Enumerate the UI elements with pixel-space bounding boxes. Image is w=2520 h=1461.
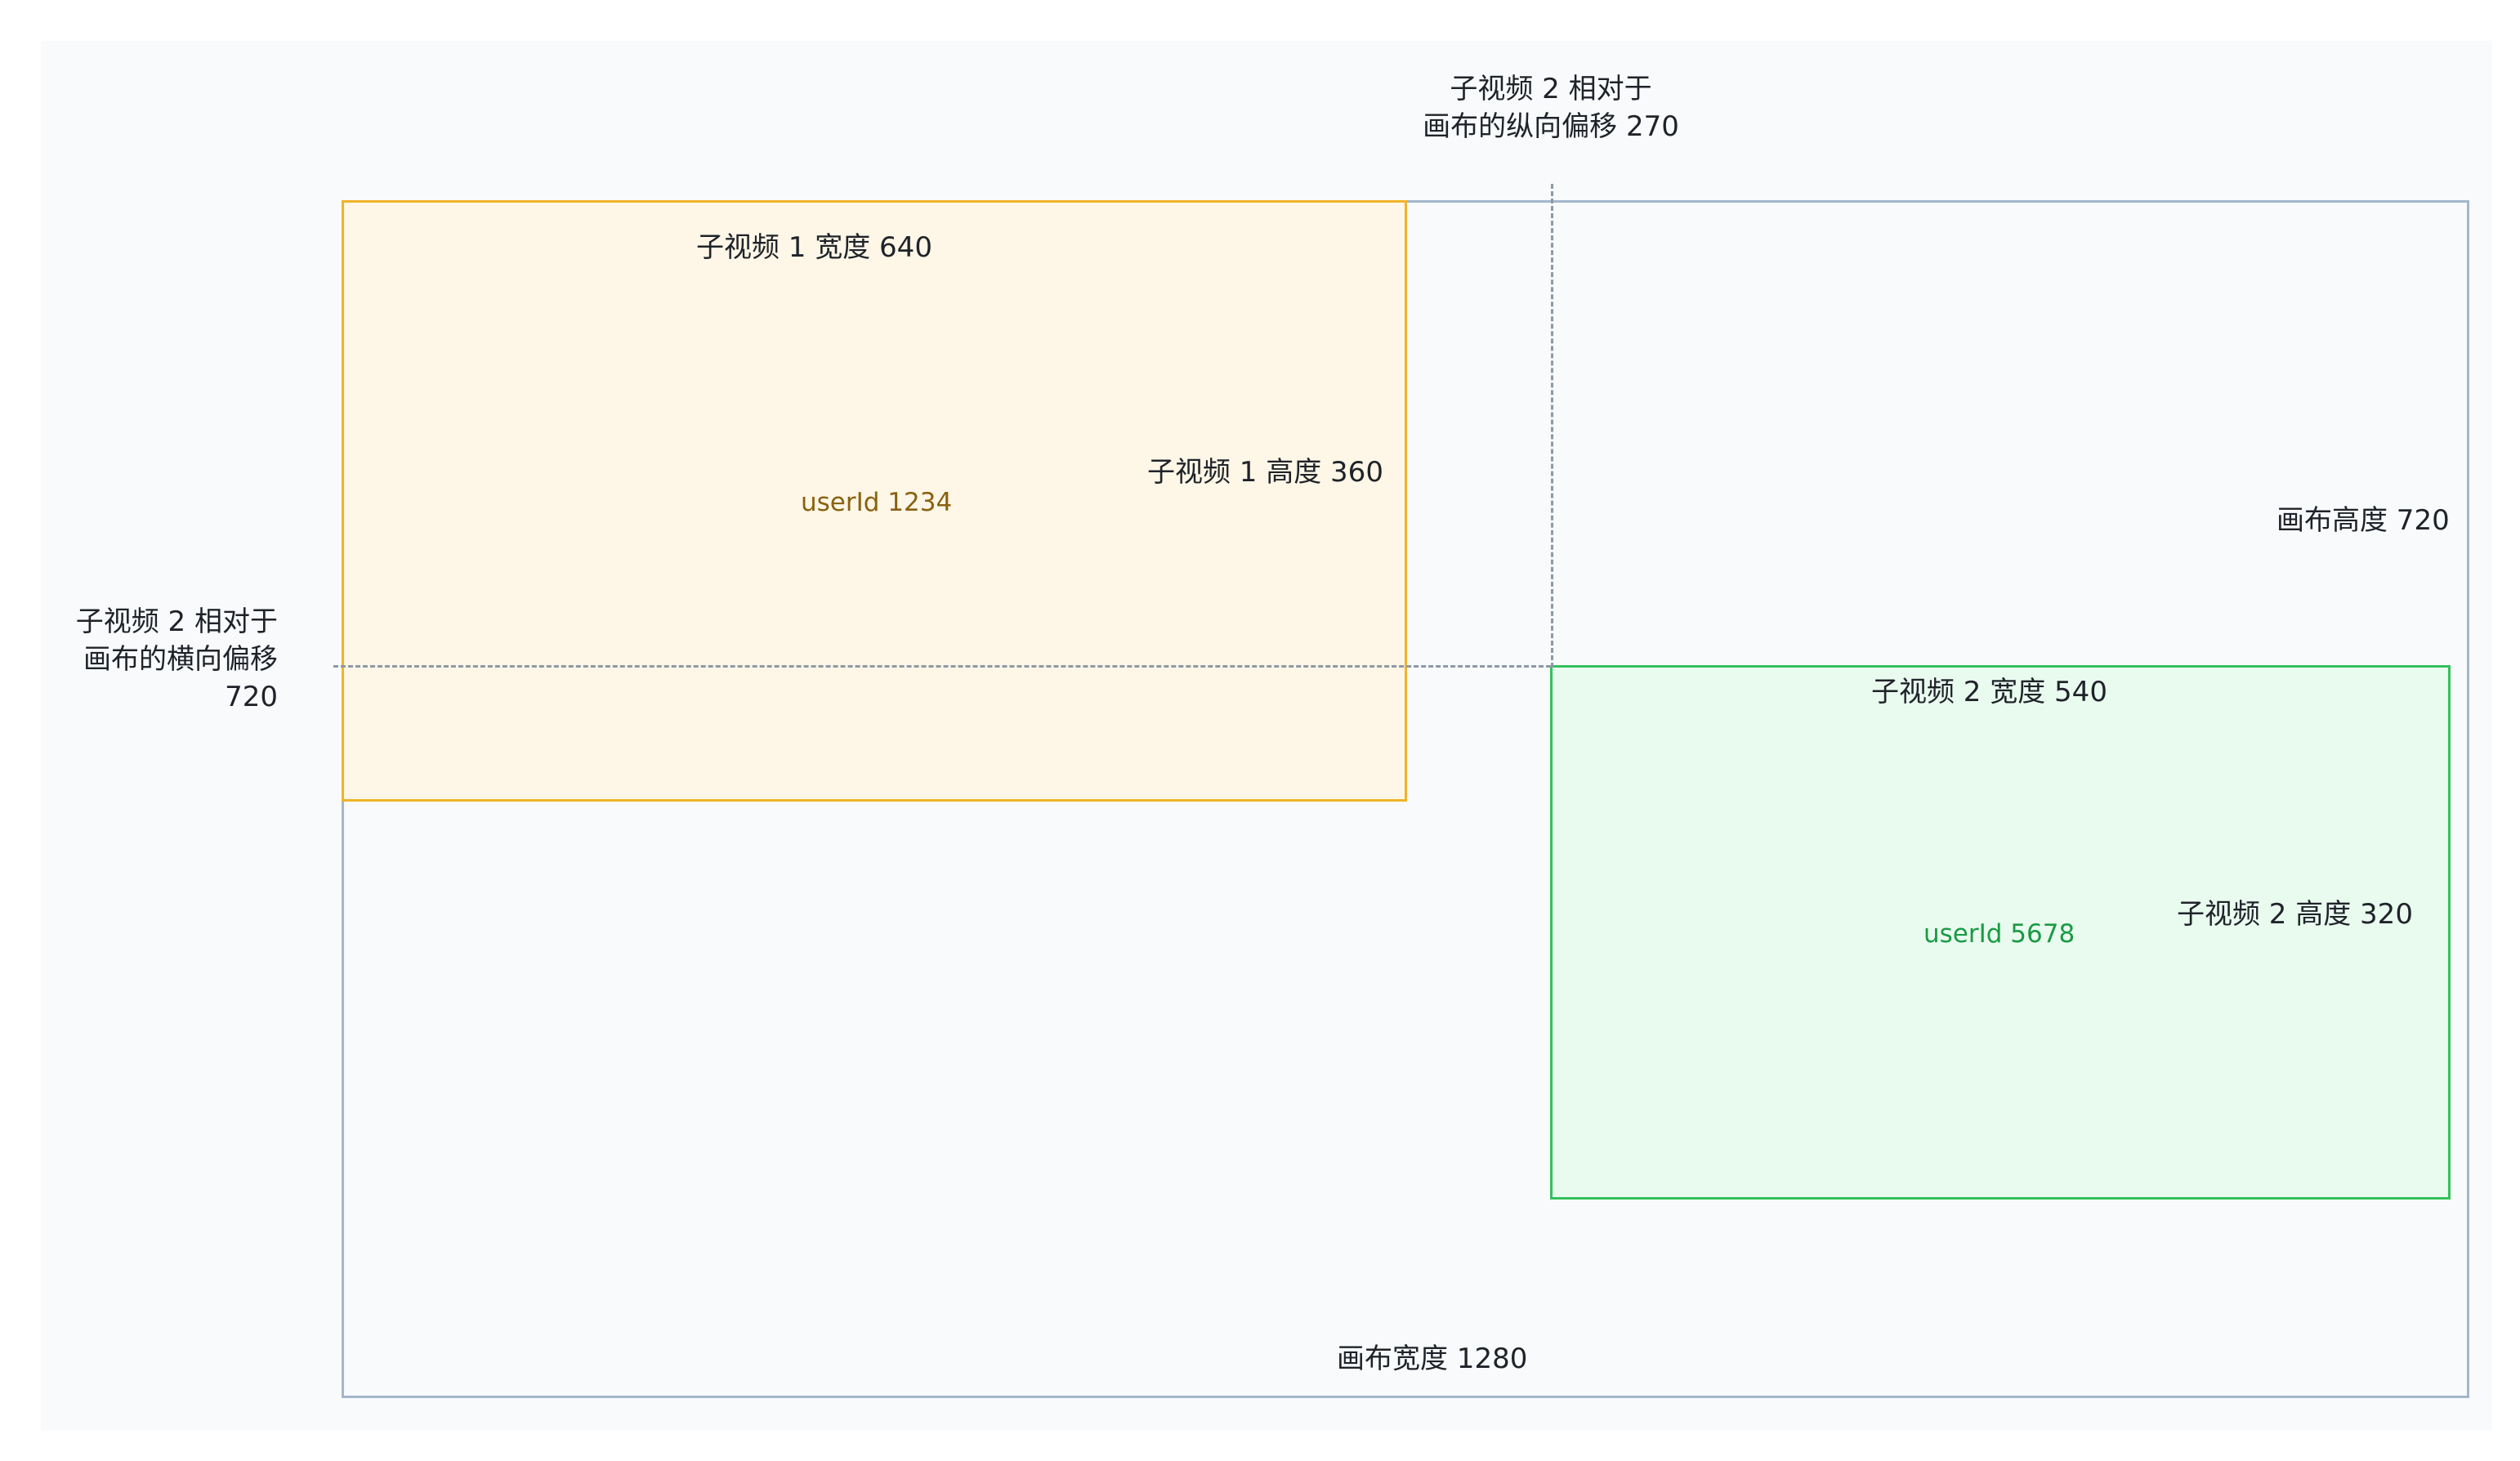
horizontal-offset-label-line3: 720 [225, 681, 278, 713]
video2-width-label: 子视频 2 宽度 540 [1871, 676, 2107, 708]
canvas-height-label: 画布高度 720 [2276, 504, 2450, 537]
video1-user-id: userId 1234 [801, 488, 953, 517]
video2-user-id: userId 5678 [1924, 919, 2075, 949]
horizontal-offset-label: 子视频 2 相对于 画布的横向偏移 720 [33, 603, 278, 716]
video1-width-label: 子视频 1 宽度 640 [696, 231, 932, 264]
vertical-offset-label-line1: 子视频 2 相对于 [1450, 73, 1652, 105]
canvas-width-label: 画布宽度 1280 [1337, 1343, 1528, 1375]
video1-height-label: 子视频 1 高度 360 [1147, 456, 1383, 489]
vertical-offset-guide-line [1551, 184, 1553, 668]
vertical-offset-label-line2: 画布的纵向偏移 270 [1423, 110, 1679, 143]
vertical-offset-label: 子视频 2 相对于 画布的纵向偏移 270 [1363, 70, 1739, 145]
horizontal-offset-guide-line [333, 665, 1551, 668]
horizontal-offset-label-line2: 画布的横向偏移 [83, 643, 278, 676]
horizontal-offset-label-line1: 子视频 2 相对于 [75, 605, 278, 638]
video2-height-label: 子视频 2 高度 320 [2177, 898, 2413, 931]
